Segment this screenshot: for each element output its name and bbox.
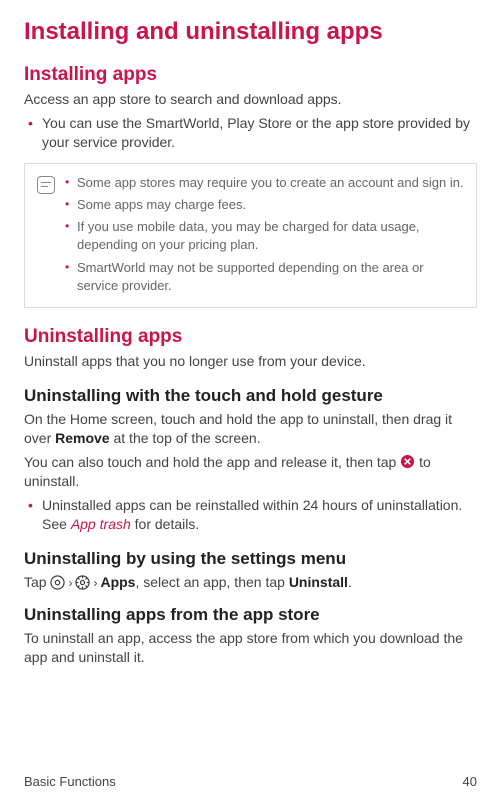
list-item: Uninstalled apps can be reinstalled with… [24, 496, 477, 535]
touch-hold-para1: On the Home screen, touch and hold the a… [24, 410, 477, 449]
installing-intro: Access an app store to search and downlo… [24, 90, 477, 110]
note-box: Some app stores may require you to creat… [24, 163, 477, 308]
chevron-icon: › [68, 575, 72, 592]
settings-heading: Uninstalling by using the settings menu [24, 549, 477, 569]
settings-para: Tap ››Apps, select an app, then tap Unin… [24, 573, 477, 593]
text: at the top of the screen. [110, 430, 261, 446]
text: , select an app, then tap [135, 574, 288, 590]
text: You can also touch and hold the app and … [24, 454, 400, 470]
footer-page-number: 40 [463, 774, 477, 789]
page-footer: Basic Functions 40 [24, 774, 477, 789]
touch-hold-para2: You can also touch and hold the app and … [24, 453, 477, 492]
list-item: Some app stores may require you to creat… [63, 174, 464, 192]
touch-hold-heading: Uninstalling with the touch and hold ges… [24, 386, 477, 406]
note-icon [37, 176, 55, 194]
apps-label: Apps [100, 574, 135, 590]
app-trash-link[interactable]: App trash [71, 516, 131, 532]
store-para: To uninstall an app, access the app stor… [24, 629, 477, 668]
note-list: Some app stores may require you to creat… [63, 174, 464, 299]
installing-bullets: You can use the SmartWorld, Play Store o… [24, 114, 477, 153]
home-circle-icon [50, 575, 65, 590]
list-item: SmartWorld may not be supported dependin… [63, 259, 464, 295]
text: . [348, 574, 352, 590]
list-item: If you use mobile data, you may be charg… [63, 218, 464, 254]
page-title: Installing and uninstalling apps [24, 18, 477, 46]
installing-heading: Installing apps [24, 64, 477, 86]
remove-label: Remove [55, 430, 109, 446]
touch-hold-bullets: Uninstalled apps can be reinstalled with… [24, 496, 477, 535]
uninstalling-intro: Uninstall apps that you no longer use fr… [24, 352, 477, 372]
chevron-icon: › [93, 575, 97, 592]
footer-section: Basic Functions [24, 774, 116, 789]
close-x-icon [400, 454, 415, 469]
list-item: Some apps may charge fees. [63, 196, 464, 214]
settings-gear-icon [75, 575, 90, 590]
store-heading: Uninstalling apps from the app store [24, 605, 477, 625]
uninstalling-heading: Uninstalling apps [24, 326, 477, 348]
text: for details. [131, 516, 199, 532]
text: Tap [24, 574, 50, 590]
uninstall-label: Uninstall [289, 574, 348, 590]
list-item: You can use the SmartWorld, Play Store o… [24, 114, 477, 153]
